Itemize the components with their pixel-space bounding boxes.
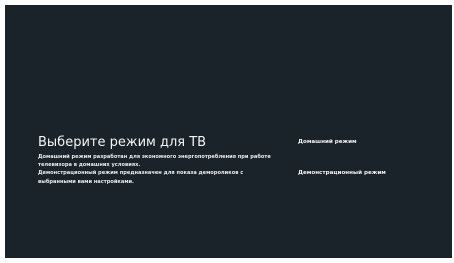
home-mode-option[interactable]: Домашний режим xyxy=(298,138,438,146)
demo-mode-description: Демонстрационный режим предназначен для … xyxy=(38,170,244,185)
demo-mode-option[interactable]: Демонстрационный режим xyxy=(298,169,438,177)
tv-mode-setup-screen: Выберите режим для ТВ Домашний режим раз… xyxy=(5,5,452,258)
mode-description: Домашний режим разработан для экономного… xyxy=(38,153,273,186)
mode-options-list: Домашний режим Демонстрационный режим xyxy=(298,138,438,177)
page-title: Выберите режим для ТВ xyxy=(38,135,207,150)
home-mode-description: Домашний режим разработан для экономного… xyxy=(38,154,271,169)
